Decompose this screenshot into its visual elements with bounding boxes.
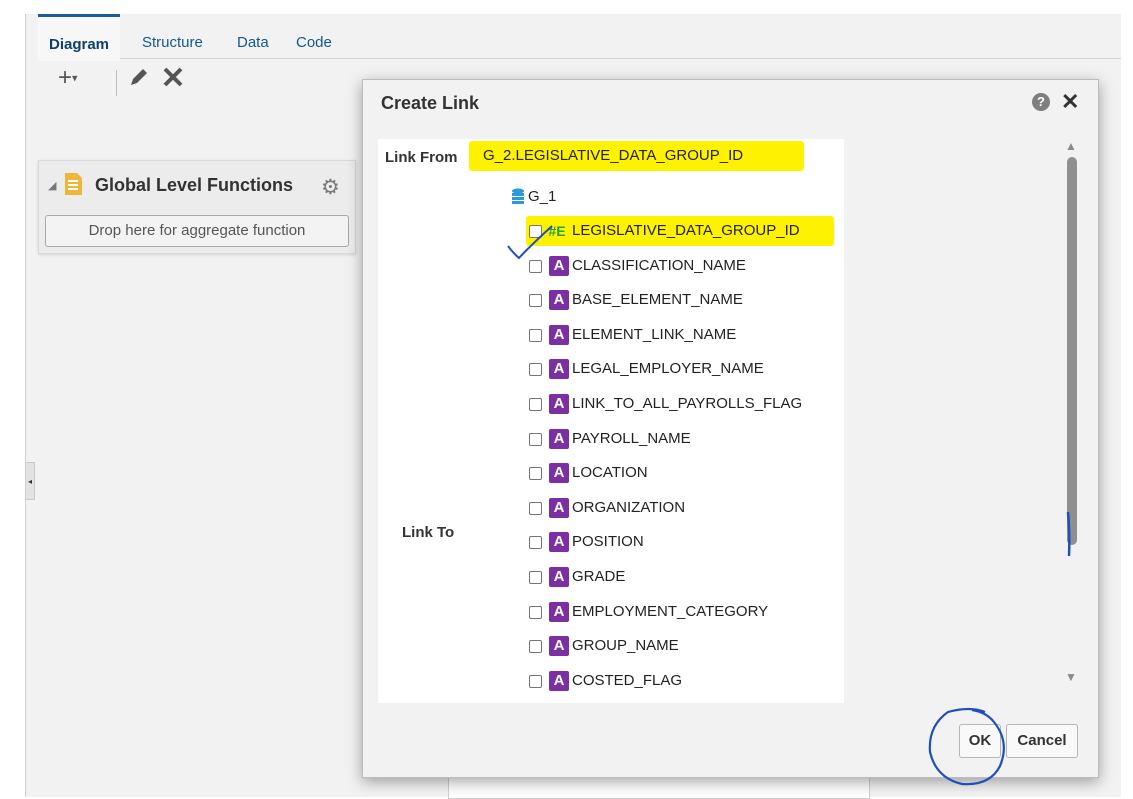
scroll-thumb[interactable]: [1067, 157, 1077, 545]
field-checkbox[interactable]: [529, 294, 542, 307]
right-edge: [1121, 14, 1133, 797]
left-edge-panel: [0, 14, 26, 797]
collapse-triangle-icon[interactable]: ◢: [48, 179, 56, 192]
field-name: GRADE: [572, 568, 626, 585]
text-type-icon: A: [549, 463, 569, 483]
text-type-icon: A: [549, 290, 569, 310]
add-menu-icon[interactable]: +▾: [58, 66, 78, 91]
close-icon[interactable]: ✕: [1061, 89, 1079, 115]
field-name: LOCATION: [572, 464, 648, 481]
field-name: POSITION: [572, 533, 644, 550]
field-name: ORGANIZATION: [572, 499, 686, 516]
cancel-button[interactable]: Cancel: [1006, 724, 1078, 758]
tab-data[interactable]: Data: [237, 14, 269, 58]
field-checkbox[interactable]: [529, 571, 542, 584]
text-type-icon: A: [549, 671, 569, 691]
ok-button[interactable]: OK: [959, 724, 1001, 758]
global-panel-title: Global Level Functions: [95, 175, 294, 195]
tab-structure[interactable]: Structure: [142, 14, 203, 58]
document-icon: [65, 173, 82, 195]
text-type-icon: A: [549, 429, 569, 449]
text-type-icon: A: [549, 359, 569, 379]
field-name: LEGAL_EMPLOYER_NAME: [572, 360, 764, 377]
field-checkbox[interactable]: [529, 225, 542, 238]
field-checkbox[interactable]: [529, 467, 542, 480]
diagram-canvas-fragment: [448, 775, 870, 799]
text-type-icon: A: [549, 325, 569, 345]
text-type-icon: A: [549, 498, 569, 518]
field-checkbox[interactable]: [529, 398, 542, 411]
text-type-icon: A: [549, 636, 569, 656]
text-type-icon: A: [549, 394, 569, 414]
text-type-icon: A: [549, 256, 569, 276]
dialog-title: Create Link: [381, 93, 480, 113]
global-level-functions-panel: ◢ Global Level Functions ⚙ Drop here for…: [38, 160, 356, 254]
text-type-icon: A: [549, 567, 569, 587]
top-strip: [0, 0, 1133, 14]
field-name: LEGISLATIVE_DATA_GROUP_ID: [572, 222, 800, 239]
panel-collapse-handle[interactable]: ◂: [26, 462, 35, 500]
field-checkbox[interactable]: [529, 640, 542, 653]
field-name: PAYROLL_NAME: [572, 430, 691, 447]
group-label: G_1: [528, 188, 557, 205]
toolbar-divider: [116, 70, 117, 96]
aggregate-drop-zone[interactable]: Drop here for aggregate function: [45, 215, 349, 247]
field-checkbox[interactable]: [529, 675, 542, 688]
global-panel-header: ◢ Global Level Functions ⚙: [39, 161, 355, 209]
edit-pencil-icon[interactable]: [128, 66, 150, 93]
gear-icon[interactable]: ⚙: [321, 175, 340, 200]
diagram-toolbar: +▾: [38, 58, 368, 98]
data-group-icon: [512, 188, 524, 204]
field-name: ELEMENT_LINK_NAME: [572, 326, 737, 343]
field-checkbox[interactable]: [529, 363, 542, 376]
tab-diagram[interactable]: Diagram: [38, 14, 121, 61]
vertical-scrollbar[interactable]: ▲ ▼: [1062, 139, 1080, 689]
help-icon[interactable]: ?: [1032, 93, 1050, 111]
field-checkbox[interactable]: [529, 433, 542, 446]
field-checkbox[interactable]: [529, 606, 542, 619]
field-name: BASE_ELEMENT_NAME: [572, 291, 743, 308]
link-from-label: Link From: [385, 149, 458, 166]
field-checkbox[interactable]: [529, 502, 542, 515]
tab-code[interactable]: Code: [296, 14, 332, 58]
field-checkbox[interactable]: [529, 536, 542, 549]
number-type-icon: #E: [548, 223, 566, 239]
scroll-down-arrow-icon[interactable]: ▼: [1065, 670, 1077, 684]
field-name: LINK_TO_ALL_PAYROLLS_FLAG: [572, 395, 803, 412]
field-name: CLASSIFICATION_NAME: [572, 257, 746, 274]
field-name: COSTED_FLAG: [572, 672, 683, 689]
create-link-dialog: Create Link ? ✕ Link From G_2.LEGISLATIV…: [362, 79, 1099, 778]
field-checkbox[interactable]: [529, 260, 542, 273]
editor-tabs: Diagram Structure Data Code: [38, 14, 1121, 61]
scroll-up-arrow-icon[interactable]: ▲: [1065, 139, 1077, 153]
delete-x-icon[interactable]: [162, 66, 184, 93]
field-name: GROUP_NAME: [572, 637, 679, 654]
link-to-label: Link To: [402, 524, 455, 541]
text-type-icon: A: [549, 602, 569, 622]
field-name: EMPLOYMENT_CATEGORY: [572, 603, 769, 620]
field-checkbox[interactable]: [529, 329, 542, 342]
text-type-icon: A: [549, 532, 569, 552]
link-from-value: G_2.LEGISLATIVE_DATA_GROUP_ID: [469, 141, 804, 171]
